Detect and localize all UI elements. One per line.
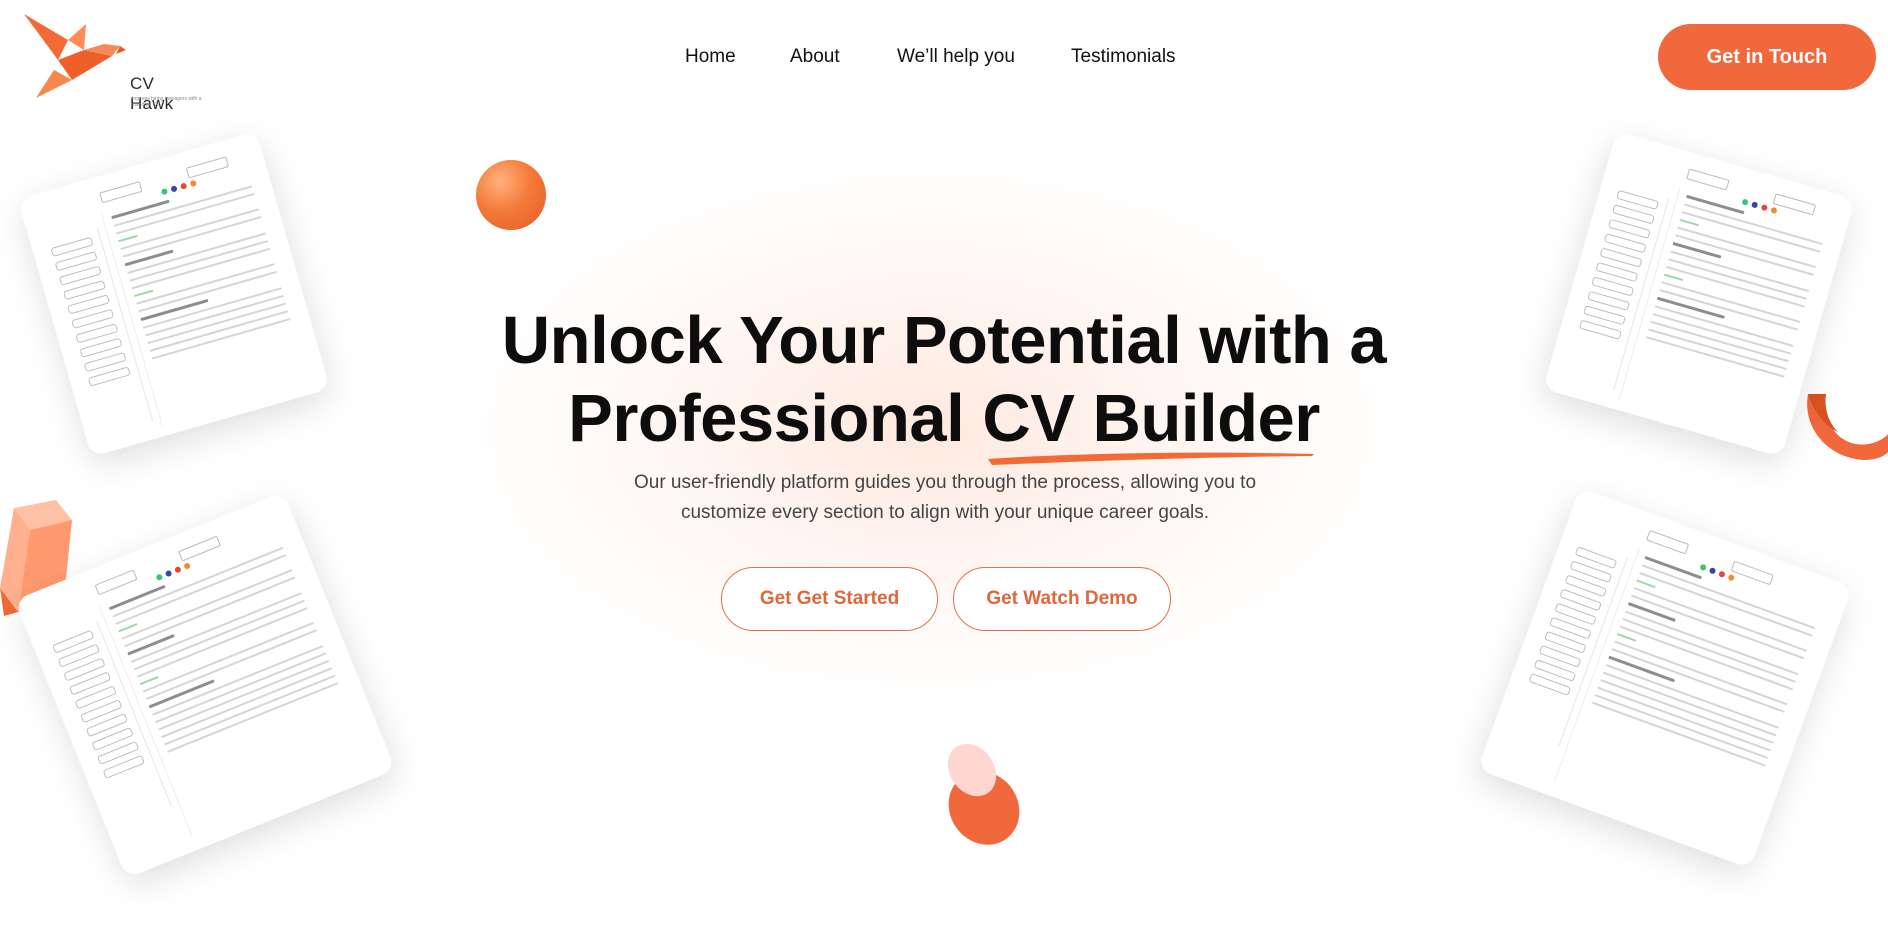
hero-title-line-2: Professional CV Builder <box>568 381 1320 456</box>
hero-subtitle-line-1: Our user-friendly platform guides you th… <box>633 472 1257 493</box>
cv-preview-card-bottom-right <box>1477 487 1853 869</box>
get-in-touch-button[interactable]: Get in Touch <box>1658 24 1876 90</box>
nav-well-help-you[interactable]: We’ll help you <box>897 46 1015 68</box>
cv-preview-card-top-left <box>17 131 331 457</box>
nav-about[interactable]: About <box>790 46 840 68</box>
orange-sphere-decoration <box>476 160 546 230</box>
main-nav: Home About We’ll help you Testimonials <box>0 46 1888 70</box>
hero-title-line-1: Unlock Your Potential with a <box>501 303 1387 378</box>
orange-ring-decoration <box>1807 394 1888 460</box>
orange-capsule-decoration <box>947 743 1020 845</box>
nav-testimonials[interactable]: Testimonials <box>1071 46 1176 68</box>
get-started-button[interactable]: Get Get Started <box>721 567 938 631</box>
hero-subtitle: Our user-friendly platform guides you th… <box>560 468 1330 528</box>
hero-subtitle-line-2: customize every section to align with yo… <box>680 502 1210 523</box>
nav-home[interactable]: Home <box>685 46 736 68</box>
brand-tagline: Impress hiring managers with a standout … <box>132 96 202 108</box>
watch-demo-button[interactable]: Get Watch Demo <box>953 567 1171 631</box>
brand-name: CV Hawk <box>130 74 174 113</box>
hero-title: Unlock Your Potential with a Professiona… <box>444 302 1444 458</box>
title-underline-stroke <box>988 452 1314 465</box>
